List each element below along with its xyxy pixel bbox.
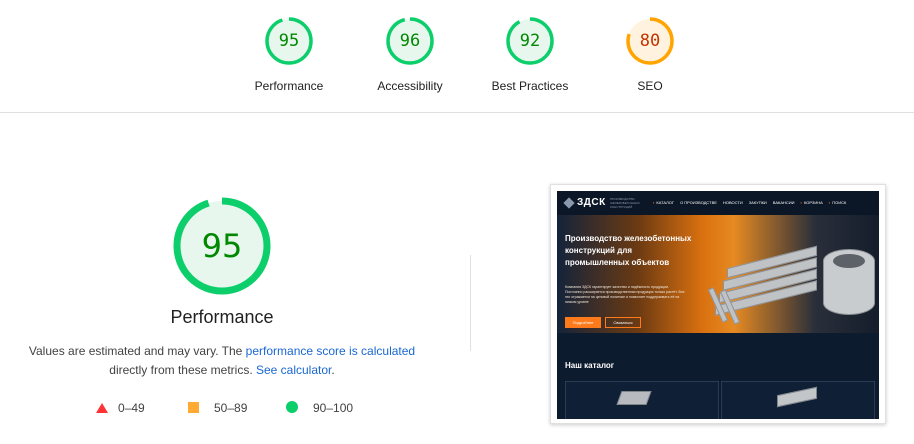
menu-icon: ▪	[653, 200, 655, 205]
site-nav-item: НОВОСТИ	[722, 200, 743, 205]
screenshot-image: ЗДСК ПРОИЗВОДСТВО ЖЕЛЕЗОБЕТОННЫХ КОНСТРУ…	[557, 191, 879, 419]
score-ring: 95	[172, 196, 272, 296]
site-primary-button: Подробнее	[565, 317, 601, 328]
site-secondary-button: Связаться	[605, 317, 641, 328]
legend-range: 50–89	[214, 401, 248, 415]
gauge-accessibility[interactable]: 96 Accessibility	[355, 16, 465, 93]
score-ring: 96	[385, 16, 435, 66]
site-nav-item: О ПРОИЗВОДСТВЕ	[680, 200, 717, 205]
score-value: 80	[639, 31, 661, 51]
site-logo: ЗДСК	[577, 197, 606, 208]
score-ring: 95	[264, 16, 314, 66]
site-catalog-title: Наш каталог	[565, 361, 615, 370]
category-summary: 95 Performance 96 Accessibility 92 Best …	[0, 0, 914, 113]
concrete-ring-image	[823, 249, 875, 315]
legend-item-average: 50–89	[188, 400, 247, 416]
site-nav-item: ПОИСК	[832, 200, 847, 205]
description-text: Values are estimated and may vary. The	[28, 344, 246, 358]
search-icon: ▪	[828, 200, 831, 205]
catalog-product-image	[616, 391, 652, 405]
site-nav-item: КАТАЛОГ	[656, 200, 675, 205]
score-value: 96	[399, 31, 421, 51]
site-nav-item: КОРЗИНА	[803, 200, 823, 205]
description-text: directly from these metrics.	[109, 363, 256, 377]
gauge-label: Performance	[170, 307, 274, 327]
legend-item-fail: 0–49	[96, 400, 145, 416]
orange-square-icon	[188, 402, 199, 413]
legend-range: 90–100	[313, 401, 354, 415]
legend-range: 0–49	[118, 401, 145, 415]
green-circle-icon	[286, 401, 298, 413]
gauge-label: Accessibility	[377, 79, 443, 93]
site-nav-item: ВАКАНСИИ	[772, 200, 795, 205]
gauge-label: Best Practices	[491, 79, 569, 93]
cart-icon: ▪	[800, 200, 802, 205]
divider	[470, 255, 471, 351]
gauge-label: Performance	[254, 79, 324, 93]
site-hero-title: Производство железобетонных конструкций …	[565, 234, 692, 267]
gauge-seo[interactable]: 80 SEO	[595, 16, 705, 93]
legend-item-pass: 90–100	[286, 400, 353, 416]
score-value: 95	[278, 31, 300, 51]
site-nav-item: ЗАКУПКИ	[748, 200, 767, 205]
performance-gauge-large: 95 Performance	[122, 196, 322, 328]
score-value: 95	[201, 227, 243, 265]
site-nav-items: ▪ КАТАЛОГ О ПРОИЗВОДСТВЕ НОВОСТИ ЗАКУПКИ ВАКА…	[653, 200, 852, 205]
calculator-link[interactable]: See calculator	[256, 363, 331, 377]
score-description: Values are estimated and may vary. The p…	[22, 342, 422, 380]
gauge-label: SEO	[637, 79, 663, 93]
score-value: 92	[519, 31, 541, 51]
score-ring: 80	[625, 16, 675, 66]
site-tagline: ПРОИЗВОДСТВО ЖЕЛЕЗОБЕТОННЫХ КОНСТРУКЦИЙ	[610, 197, 640, 209]
site-hero-text: Компания ЗДСК гарантирует качество и над…	[565, 285, 685, 304]
description-text: .	[331, 363, 335, 377]
red-triangle-icon	[96, 403, 108, 413]
logo-icon	[563, 197, 575, 209]
gauge-best-practices[interactable]: 92 Best Practices	[475, 16, 585, 93]
final-screenshot[interactable]: ЗДСК ПРОИЗВОДСТВО ЖЕЛЕЗОБЕТОННЫХ КОНСТРУ…	[550, 184, 886, 424]
performance-score-link[interactable]: performance score is calculated	[246, 344, 415, 358]
score-ring: 92	[505, 16, 555, 66]
site-nav: ЗДСК ПРОИЗВОДСТВО ЖЕЛЕЗОБЕТОННЫХ КОНСТРУ…	[557, 191, 879, 215]
gauge-performance[interactable]: 95 Performance	[234, 16, 344, 93]
